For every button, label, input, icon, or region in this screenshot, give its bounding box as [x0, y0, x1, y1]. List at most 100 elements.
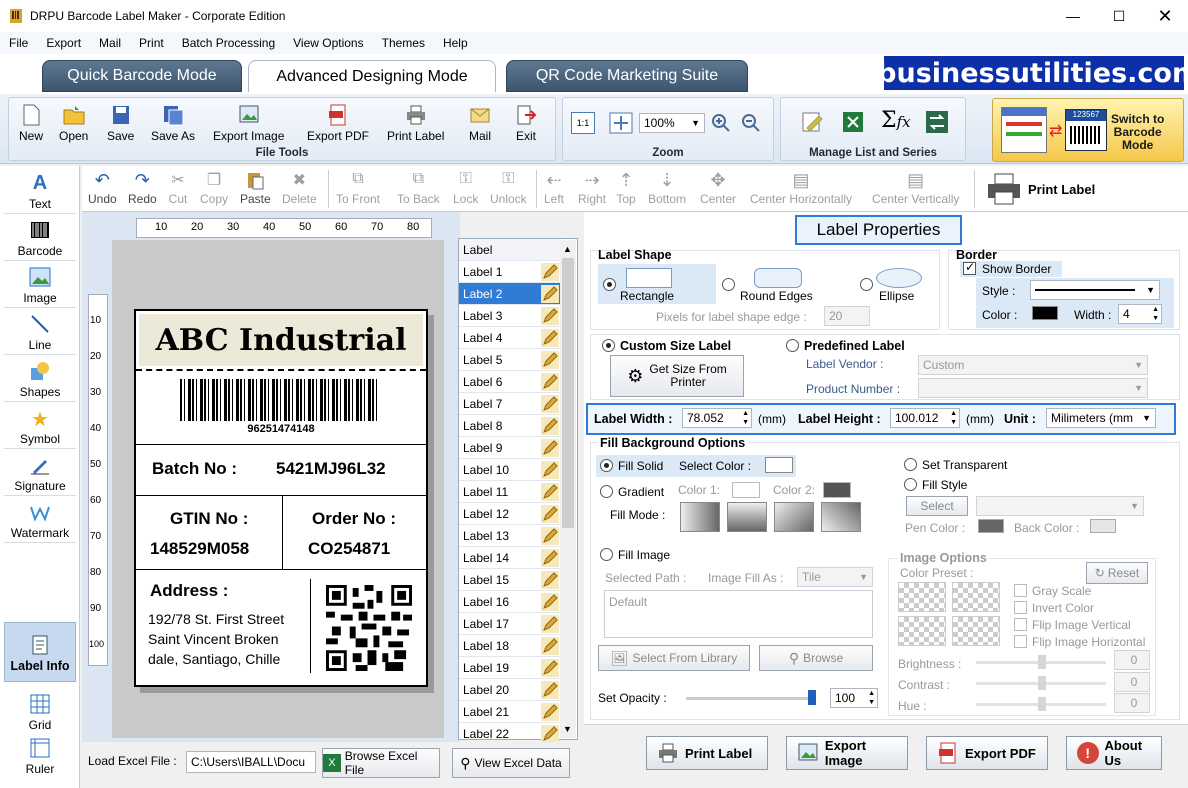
- gradient-color2-swatch[interactable]: [823, 482, 851, 498]
- print-label-toolbar-button[interactable]: Print Label: [1028, 182, 1095, 197]
- opacity-slider[interactable]: [686, 697, 814, 700]
- edit-pencil-icon[interactable]: [541, 483, 559, 501]
- label-list-item[interactable]: Label 5: [459, 349, 561, 371]
- color-preset-2[interactable]: [952, 582, 1000, 612]
- about-us-button[interactable]: ! About Us: [1066, 736, 1162, 770]
- label-list-item[interactable]: Label 18: [459, 635, 561, 657]
- export-pdf-button[interactable]: Export PDF: [307, 104, 369, 143]
- text-tool[interactable]: A Text: [4, 168, 76, 214]
- flip-horizontal-checkbox[interactable]: [1014, 635, 1027, 648]
- save-as-button[interactable]: Save As: [151, 104, 195, 143]
- label-info-button[interactable]: Label Info: [4, 622, 76, 682]
- tab-advanced-designing-mode[interactable]: Advanced Designing Mode: [248, 60, 496, 92]
- actual-size-button[interactable]: 1:1: [571, 112, 595, 134]
- menu-view-options[interactable]: View Options: [284, 36, 372, 50]
- image-tool[interactable]: Image: [4, 262, 76, 308]
- brightness-thumb[interactable]: [1038, 655, 1046, 669]
- border-width-input[interactable]: 4 ▲ ▼: [1118, 304, 1162, 324]
- edit-pencil-icon[interactable]: [541, 549, 559, 567]
- zoom-out-icon[interactable]: [741, 113, 761, 133]
- align-bottom-button[interactable]: ⇣ Bottom: [648, 170, 686, 206]
- color-preset-1[interactable]: [898, 582, 946, 612]
- unlock-button[interactable]: ⚿ Unlock: [490, 170, 527, 206]
- redo-button[interactable]: ↷ Redo: [128, 170, 157, 206]
- fit-to-window-icon[interactable]: [609, 112, 633, 134]
- menu-help[interactable]: Help: [434, 36, 477, 50]
- unit-select[interactable]: Milimeters (mm ▼: [1046, 408, 1156, 428]
- contrast-input[interactable]: 0: [1114, 672, 1150, 692]
- label-list-scrollbar[interactable]: ▲ ▼: [560, 240, 576, 738]
- edit-pencil-icon[interactable]: [541, 329, 559, 347]
- border-color-swatch[interactable]: [1032, 306, 1058, 320]
- lock-button[interactable]: ⚿ Lock: [453, 170, 478, 206]
- cut-button[interactable]: ✂ Cut: [168, 170, 188, 206]
- edit-pencil-icon[interactable]: [541, 439, 559, 457]
- select-from-library-button[interactable]: 🖼 Select From Library: [598, 645, 750, 671]
- edit-pencil-icon[interactable]: [541, 307, 559, 325]
- print-label-ribbon-button[interactable]: Print Label: [387, 104, 444, 143]
- zoom-in-icon[interactable]: [711, 113, 731, 133]
- edit-pencil-icon[interactable]: [541, 351, 559, 369]
- to-front-button[interactable]: ⧉ To Front: [336, 170, 380, 206]
- align-center-button[interactable]: ✥ Center: [700, 170, 736, 206]
- image-path-box[interactable]: Default: [604, 590, 873, 638]
- edit-pencil-icon[interactable]: [541, 681, 559, 699]
- hue-input[interactable]: 0: [1114, 693, 1150, 713]
- label-list-item[interactable]: Label 4: [459, 327, 561, 349]
- predefined-label-radio[interactable]: [786, 339, 799, 352]
- back-color-swatch[interactable]: [1090, 519, 1116, 533]
- browse-image-button[interactable]: ⚲ Browse: [759, 645, 873, 671]
- line-tool[interactable]: Line: [4, 309, 76, 355]
- excel-series-icon[interactable]: [841, 110, 865, 134]
- custom-size-radio[interactable]: [602, 339, 615, 352]
- color-preset-4[interactable]: [952, 616, 1000, 646]
- batch-value[interactable]: 5421MJ96L32: [276, 459, 386, 479]
- address-text[interactable]: 192/78 St. First Street Saint Vincent Bro…: [148, 609, 284, 669]
- label-list-item[interactable]: Label 6: [459, 371, 561, 393]
- label-list-item[interactable]: Label 10: [459, 459, 561, 481]
- align-left-button[interactable]: ⇠ Left: [544, 170, 564, 206]
- gray-scale-checkbox[interactable]: [1014, 584, 1027, 597]
- label-list-item[interactable]: Label 21: [459, 701, 561, 723]
- ellipse-radio[interactable]: [860, 278, 873, 291]
- label-list-item[interactable]: Label 14: [459, 547, 561, 569]
- address-label[interactable]: Address :: [150, 581, 228, 601]
- symbol-tool[interactable]: ★ Symbol: [4, 403, 76, 449]
- label-list-item[interactable]: Label 20: [459, 679, 561, 701]
- fill-solid-radio[interactable]: [600, 459, 613, 472]
- get-size-from-printer-button[interactable]: ⚙ Get Size From Printer: [610, 355, 744, 397]
- edit-pencil-icon[interactable]: [541, 659, 559, 677]
- edit-pencil-icon[interactable]: [541, 461, 559, 479]
- formula-icon[interactable]: Σfx: [881, 108, 911, 133]
- edit-pencil-icon[interactable]: [541, 373, 559, 391]
- maximize-icon[interactable]: ☐: [1096, 0, 1142, 32]
- view-excel-button[interactable]: ⚲ View Excel Data: [452, 748, 570, 778]
- label-list-item[interactable]: Label 3: [459, 305, 561, 327]
- copy-button[interactable]: ❐ Copy: [200, 170, 228, 206]
- minimize-icon[interactable]: —: [1050, 0, 1096, 32]
- barcode-image[interactable]: [180, 379, 380, 421]
- qr-code-image[interactable]: [326, 585, 412, 671]
- zoom-select[interactable]: 100% ▼: [639, 113, 705, 133]
- fill-color-swatch[interactable]: [765, 457, 793, 473]
- edit-pencil-icon[interactable]: [541, 417, 559, 435]
- label-list-item[interactable]: Label 15: [459, 569, 561, 591]
- label-list-item[interactable]: Label 19: [459, 657, 561, 679]
- set-transparent-radio[interactable]: [904, 458, 917, 471]
- label-list-item[interactable]: Label 1: [459, 261, 561, 283]
- edit-pencil-icon[interactable]: [541, 637, 559, 655]
- batch-label[interactable]: Batch No :: [152, 459, 237, 479]
- undo-button[interactable]: ↶ Undo: [88, 170, 117, 206]
- barcode-tool[interactable]: Barcode: [4, 215, 76, 261]
- edit-pencil-icon[interactable]: [541, 285, 559, 303]
- fill-mode-vertical[interactable]: [727, 502, 767, 532]
- color-preset-3[interactable]: [898, 616, 946, 646]
- edit-pencil-icon[interactable]: [541, 263, 559, 281]
- show-border-checkbox[interactable]: ✓: [963, 260, 976, 275]
- grid-tool[interactable]: Grid: [4, 688, 76, 734]
- menu-print[interactable]: Print: [130, 36, 173, 50]
- edit-pencil-icon[interactable]: [541, 527, 559, 545]
- fill-image-radio[interactable]: [600, 548, 613, 561]
- gtin-value[interactable]: 148529M058: [150, 539, 249, 559]
- menu-batch-processing[interactable]: Batch Processing: [173, 36, 284, 50]
